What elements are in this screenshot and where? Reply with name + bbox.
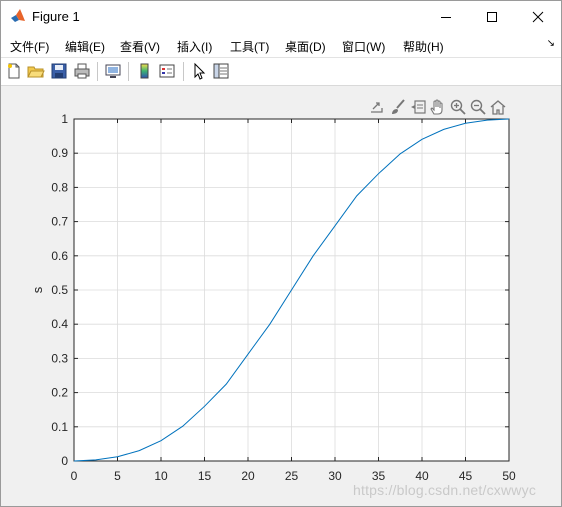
x-tick-label: 35 [372,469,386,483]
x-tick-label: 0 [71,469,78,483]
x-tick-label: 45 [459,469,473,483]
y-tick-label: 0 [61,454,68,468]
y-tick-label: 0.4 [51,317,68,331]
y-tick-label: 0.5 [51,283,68,297]
x-tick-label: 5 [114,469,121,483]
x-tick-label: 30 [328,469,342,483]
x-tick-label: 25 [285,469,299,483]
y-tick-label: 1 [61,112,68,126]
plot-canvas[interactable]: 0 5 10 15 20 25 30 35 40 45 50 0 0.1 0.2 0.3 0.4 0.5 0.6 0… [1,1,561,506]
figure-window: Figure 1 文件(F) 编辑(E) 查看(V) 插入(I) 工具(T) 桌… [0,0,562,507]
y-tick-label: 0.9 [51,146,68,160]
x-tick-label: 10 [154,469,168,483]
y-tick-label: 0.7 [51,215,68,229]
x-tick-label: 40 [415,469,429,483]
watermark-text: https://blog.csdn.net/cxwwyc [353,482,537,498]
y-tick-label: 0.2 [51,386,68,400]
x-tick-label: 15 [198,469,212,483]
y-tick-label: 0.3 [51,351,68,365]
x-tick-label: 20 [241,469,255,483]
y-axis-label: s [30,286,45,293]
y-tick-label: 0.8 [51,180,68,194]
x-tick-label: 50 [502,469,516,483]
y-tick-label: 0.1 [51,420,68,434]
y-tick-label: 0.6 [51,249,68,263]
